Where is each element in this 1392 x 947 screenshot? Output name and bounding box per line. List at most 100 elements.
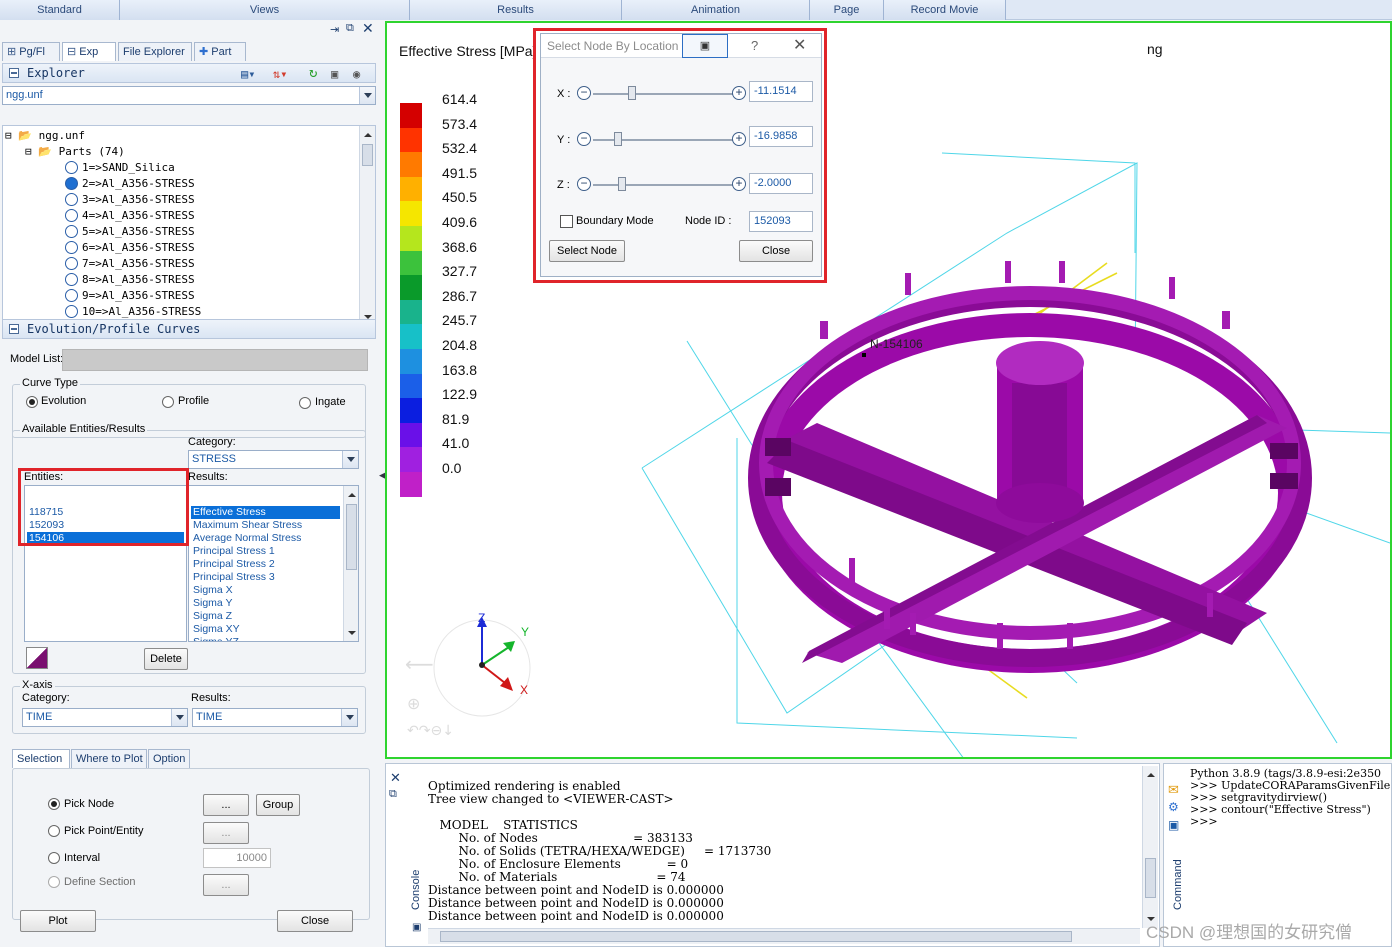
delete-button[interactable]: Delete — [144, 648, 188, 670]
tree-part-item[interactable]: 9=>Al_A356-STRESS — [65, 288, 195, 304]
console-vscroll[interactable] — [1142, 766, 1158, 928]
visibility-radio-icon[interactable] — [65, 289, 78, 302]
interval-input[interactable]: 10000 — [203, 848, 271, 868]
scroll-down-icon[interactable] — [344, 626, 358, 640]
expand-toggle-icon[interactable]: ⊟ — [5, 129, 12, 142]
scroll-up-icon[interactable] — [1143, 768, 1158, 782]
tree-part-item[interactable]: 2=>Al_A356-STRESS — [65, 176, 195, 192]
tab-file-explorer[interactable]: File Explorer — [118, 42, 192, 61]
tab-option[interactable]: Option — [148, 749, 190, 768]
define-section-browse-button[interactable]: ... — [203, 874, 249, 896]
explorer-header[interactable]: Explorer ▤▾ ⇅▾ ↻ ▣ ◉ — [2, 63, 376, 83]
scroll-thumb[interactable] — [346, 504, 357, 570]
visibility-radio-icon[interactable] — [65, 177, 78, 190]
tree-part-item[interactable]: 5=>Al_A356-STRESS — [65, 224, 195, 240]
tree-part-item[interactable]: 8=>Al_A356-STRESS — [65, 272, 195, 288]
toolbar-group-views[interactable]: Views — [120, 0, 410, 20]
result-item[interactable]: Sigma XY — [191, 623, 340, 636]
result-item[interactable]: Principal Stress 1 — [191, 545, 340, 558]
plot-button[interactable]: Plot — [20, 910, 96, 932]
toolbar-group-results[interactable]: Results — [410, 0, 622, 20]
tree-part-item[interactable]: 6=>Al_A356-STRESS — [65, 240, 195, 256]
scroll-up-icon[interactable] — [360, 128, 375, 142]
collapse-icon[interactable] — [9, 68, 19, 78]
results-list[interactable]: Effective Stress Maximum Shear Stress Aver… — [188, 485, 359, 642]
xaxis-category-combo[interactable]: TIME — [22, 708, 188, 727]
save-icon[interactable]: ▣ — [1168, 818, 1179, 832]
evolution-header[interactable]: Evolution/Profile Curves — [2, 319, 376, 339]
radio-pick-node[interactable] — [48, 798, 60, 810]
scroll-up-icon[interactable] — [344, 488, 358, 502]
visibility-radio-icon[interactable] — [65, 225, 78, 238]
tab-exp[interactable]: ⊟ Exp — [62, 42, 116, 61]
result-item[interactable]: Sigma X — [191, 584, 340, 597]
result-item[interactable]: Sigma Y — [191, 597, 340, 610]
result-item[interactable]: Maximum Shear Stress — [191, 519, 340, 532]
visibility-radio-icon[interactable] — [65, 193, 78, 206]
toolbar-group-page[interactable]: Page — [810, 0, 884, 20]
radio-profile[interactable] — [162, 396, 174, 408]
tree-part-item[interactable]: 7=>Al_A356-STRESS — [65, 256, 195, 272]
radio-pick-point[interactable] — [48, 825, 60, 837]
command-tab[interactable]: Command — [1172, 859, 1184, 910]
result-item[interactable]: Sigma YZ — [191, 636, 340, 641]
settings-icon[interactable]: ▣ — [331, 65, 338, 83]
refresh-icon[interactable]: ↻ — [309, 64, 317, 82]
radio-interval[interactable] — [48, 852, 60, 864]
visibility-radio-icon[interactable] — [65, 241, 78, 254]
curve-color-swatch[interactable] — [26, 647, 48, 669]
visibility-radio-icon[interactable] — [65, 209, 78, 222]
tree-scrollbar[interactable] — [359, 126, 375, 324]
pick-node-browse-button[interactable]: ... — [203, 794, 249, 816]
tab-pg-fl[interactable]: ⊞ Pg/Fl — [2, 42, 60, 61]
close-button[interactable]: Close — [277, 910, 353, 932]
toolbar-group-standard[interactable]: Standard — [0, 0, 120, 20]
pick-point-browse-button[interactable]: ... — [203, 822, 249, 844]
tree-part-item[interactable]: 3=>Al_A356-STRESS — [65, 192, 195, 208]
model-list-field[interactable] — [62, 349, 368, 371]
message-icon[interactable]: ✉ — [1168, 782, 1179, 798]
scroll-thumb[interactable] — [1145, 858, 1156, 898]
category-combo[interactable]: STRESS — [188, 450, 359, 469]
expand-toggle-icon[interactable]: ⊟ — [25, 145, 32, 158]
restore-icon[interactable]: ⧉ — [346, 22, 354, 35]
visibility-radio-icon[interactable] — [65, 257, 78, 270]
toolbar-group-animation[interactable]: Animation — [622, 0, 810, 20]
group-button[interactable]: Group — [256, 794, 300, 816]
close-console-icon[interactable]: ✕ — [390, 770, 401, 786]
console-hscroll[interactable] — [428, 928, 1140, 944]
tree-part-item[interactable]: 10=>Al_A356-STRESS — [65, 304, 201, 320]
radio-evolution[interactable] — [26, 396, 38, 408]
console-menu-icon[interactable]: ▣ — [412, 922, 421, 933]
tab-where-to-plot[interactable]: Where to Plot — [71, 749, 147, 768]
close-panel-icon[interactable]: ✕ — [362, 20, 374, 37]
pin-icon[interactable]: ⇥ — [330, 23, 339, 36]
result-item[interactable]: Effective Stress — [191, 506, 340, 519]
hscroll-thumb[interactable] — [440, 931, 1072, 942]
result-item[interactable]: Principal Stress 3 — [191, 571, 340, 584]
result-item[interactable]: Average Normal Stress — [191, 532, 340, 545]
tree-part-item[interactable]: 4=>Al_A356-STRESS — [65, 208, 195, 224]
restore-console-icon[interactable]: ⧉ — [389, 788, 397, 801]
dropdown-circle-icon[interactable]: ◉ — [353, 65, 360, 83]
tab-selection[interactable]: Selection — [12, 749, 70, 768]
chevron-down-icon[interactable] — [171, 709, 187, 726]
chevron-down-icon[interactable] — [341, 709, 357, 726]
result-item[interactable]: Sigma Z — [191, 610, 340, 623]
scroll-thumb[interactable] — [362, 144, 373, 166]
collapse-icon[interactable] — [9, 324, 19, 334]
visibility-radio-icon[interactable] — [65, 273, 78, 286]
radio-define-section[interactable] — [48, 876, 60, 888]
chevron-down-icon[interactable] — [359, 87, 375, 104]
result-item[interactable]: Principal Stress 2 — [191, 558, 340, 571]
tools-icon[interactable]: ⚙ — [1168, 800, 1179, 814]
radio-ingate[interactable] — [299, 397, 311, 409]
toolbar-group-record-movie[interactable]: Record Movie — [884, 0, 1006, 20]
visibility-radio-icon[interactable] — [65, 305, 78, 318]
tab-part[interactable]: ✚ Part — [194, 42, 246, 61]
tree-part-item[interactable]: 1=>SAND_Silica — [65, 160, 175, 176]
tree-root[interactable]: ⊟ 📂 ngg.unf — [5, 128, 85, 144]
sort-icon[interactable]: ⇅▾ — [273, 65, 287, 83]
console-tab[interactable]: Console — [410, 870, 422, 910]
xaxis-results-combo[interactable]: TIME — [192, 708, 358, 727]
